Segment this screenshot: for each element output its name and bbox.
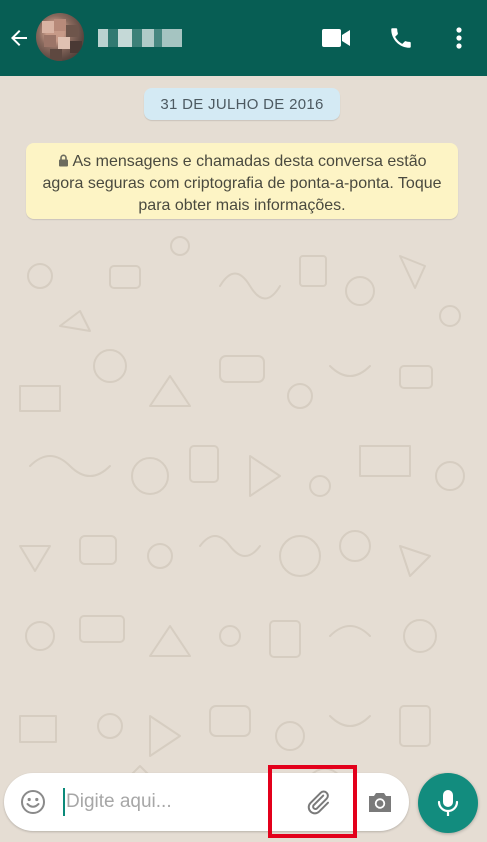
microphone-icon [437, 790, 459, 816]
voice-message-button[interactable] [418, 773, 478, 833]
contact-name-pixelation [98, 29, 182, 47]
chat-header: ▪▪▪ ▪▪▪ [0, 0, 487, 76]
back-button[interactable] [4, 20, 34, 56]
phone-icon [391, 28, 411, 48]
video-call-button[interactable] [318, 20, 354, 56]
chat-area[interactable]: 31 DE JULHO DE 2016 As mensagens e chama… [0, 76, 487, 842]
encryption-notice[interactable]: As mensagens e chamadas desta conversa e… [26, 143, 458, 219]
back-arrow-icon [11, 30, 27, 46]
voice-call-button[interactable] [383, 20, 419, 56]
video-call-icon [322, 29, 350, 47]
camera-button[interactable] [362, 786, 398, 818]
message-input[interactable] [60, 787, 260, 817]
date-separator: 31 DE JULHO DE 2016 [144, 88, 340, 120]
lock-icon [58, 154, 68, 167]
more-options-button[interactable] [441, 20, 477, 56]
attach-highlight-box [268, 765, 357, 838]
more-vert-icon [456, 27, 462, 49]
encryption-notice-text: As mensagens e chamadas desta conversa e… [42, 153, 442, 214]
avatar[interactable] [36, 13, 84, 61]
text-caret [63, 788, 65, 816]
emoji-button[interactable] [18, 787, 48, 817]
emoji-icon [21, 790, 45, 814]
camera-icon [369, 793, 391, 812]
